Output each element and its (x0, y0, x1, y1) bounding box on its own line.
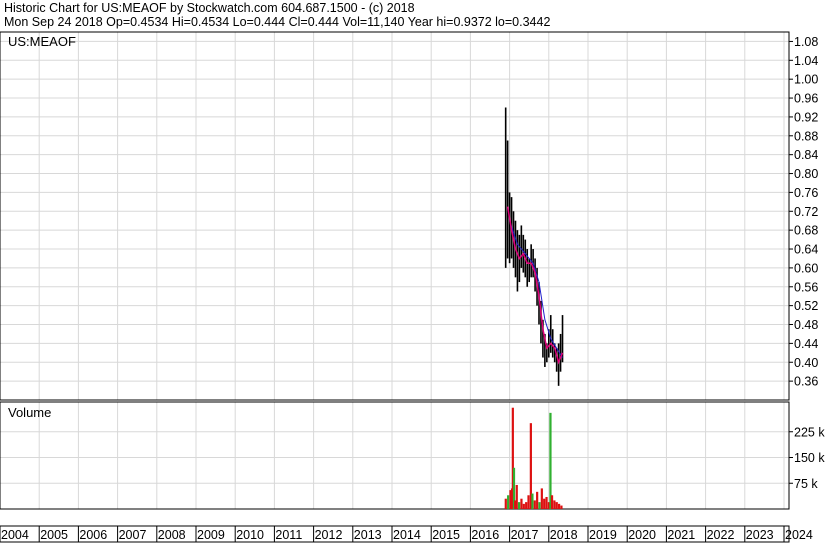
price-tick-label: 0.36 (794, 375, 818, 389)
price-tick-label: 1.08 (794, 35, 818, 49)
x-tick-label: 2007 (119, 528, 147, 542)
volume-bars (504, 407, 563, 509)
volume-bar (507, 495, 510, 509)
price-tick-label: 0.68 (794, 224, 818, 238)
price-tick-label: 0.96 (794, 92, 818, 106)
price-tick-label: 0.60 (794, 261, 818, 275)
price-tick-label: 0.76 (794, 186, 818, 200)
volume-bar (518, 502, 521, 509)
volume-grid (0, 402, 789, 509)
price-tick-label: 0.64 (794, 243, 818, 257)
price-tick-label: 0.92 (794, 110, 818, 124)
x-tick-label: 2005 (40, 528, 68, 542)
price-panel-label: US:MEAOF (8, 34, 76, 49)
volume-panel-label: Volume (8, 405, 51, 420)
price-tick-label: 0.52 (794, 299, 818, 313)
x-tick-label: 2021 (667, 528, 695, 542)
volume-bar (540, 488, 543, 509)
volume-bar (557, 503, 561, 509)
x-tick-label: 2009 (197, 528, 225, 542)
x-tick-label: 2014 (393, 528, 421, 542)
x-tick-label: 2018 (550, 528, 578, 542)
price-tick-label: 0.48 (794, 318, 818, 332)
x-tick-label: 2013 (354, 528, 382, 542)
volume-bar (538, 502, 541, 509)
x-tick-label: 2016 (471, 528, 499, 542)
historic-chart: US:MEAOF Volume 1.08 1.04 1.00 0.96 0.92 0.88… (0, 31, 825, 543)
volume-bar (527, 495, 530, 509)
x-axis: 2004 2005 2006 2007 2008 2009 2010 2011 2012 2013… (1, 526, 813, 542)
volume-tick-label: 225 k (794, 425, 825, 439)
x-tick-label: 2020 (628, 528, 656, 542)
volume-tick-label: 150 k (794, 451, 825, 465)
price-panel-frame (0, 31, 790, 401)
volume-bar (553, 500, 556, 509)
x-tick-label: 2023 (746, 528, 774, 542)
volume-bar (520, 498, 523, 509)
price-tick-label: 0.72 (794, 205, 818, 219)
volume-bar (555, 502, 558, 509)
price-grid (0, 32, 789, 400)
volume-bar (549, 412, 552, 509)
volume-bar (560, 505, 563, 509)
x-tick-label: 2004 (1, 528, 29, 542)
price-y-axis: 1.08 1.04 1.00 0.96 0.92 0.88 0.84 0.80 0.76 0.72… (789, 35, 818, 389)
x-tick-label: 2011 (275, 528, 302, 542)
volume-bar (533, 500, 536, 509)
volume-bar (550, 495, 554, 509)
volume-bar (515, 484, 518, 509)
price-tick-label: 0.84 (794, 148, 818, 162)
volume-bar (536, 491, 539, 509)
x-tick-label: 2010 (236, 528, 264, 542)
volume-panel-frame (0, 401, 790, 510)
volume-tick-label: 75 k (794, 477, 818, 491)
x-tick-label: 2024 (785, 528, 813, 542)
price-tick-label: 1.04 (794, 54, 818, 68)
volume-bar (522, 503, 525, 509)
price-tick-label: 0.56 (794, 280, 818, 294)
volume-bar (504, 498, 507, 509)
x-tick-label: 2022 (707, 528, 735, 542)
price-tick-label: 0.88 (794, 129, 818, 143)
volume-bar (545, 496, 548, 509)
volume-bar (531, 493, 534, 509)
x-tick-label: 2012 (315, 528, 343, 542)
price-tick-label: 0.44 (794, 337, 818, 351)
x-tick-label: 2015 (432, 528, 460, 542)
volume-bar (525, 502, 528, 509)
price-tick-label: 0.40 (794, 356, 818, 370)
price-tick-label: 0.80 (794, 167, 818, 181)
x-tick-label: 2019 (589, 528, 617, 542)
volume-y-axis: 225 k 150 k 75 k (789, 425, 825, 491)
x-tick-label: 2006 (79, 528, 107, 542)
price-tick-label: 1.00 (794, 73, 818, 87)
volume-bar (543, 498, 546, 509)
x-tick-label: 2008 (158, 528, 186, 542)
x-tick-label: 2017 (511, 528, 539, 542)
